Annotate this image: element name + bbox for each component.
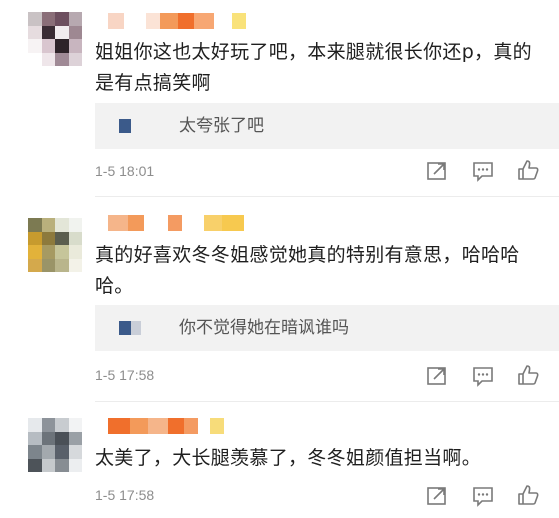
reply-text: 你不觉得她在暗讽谁吗 xyxy=(179,318,349,338)
share-icon[interactable] xyxy=(425,160,449,182)
share-icon[interactable] xyxy=(425,485,449,507)
reply-preview[interactable]: 太夸张了吧 xyxy=(95,103,559,149)
comment-time: 1-5 17:58 xyxy=(95,367,155,383)
avatar[interactable] xyxy=(28,218,82,272)
thumbs-up-icon[interactable] xyxy=(516,364,540,386)
avatar[interactable] xyxy=(28,418,82,472)
comment-time: 1-5 17:58 xyxy=(95,487,155,503)
divider xyxy=(95,401,559,402)
username[interactable] xyxy=(108,13,246,29)
reply-avatar xyxy=(119,321,147,335)
reply-preview[interactable]: 你不觉得她在暗讽谁吗 xyxy=(95,305,559,351)
comment-text: 真的好喜欢冬冬姐感觉她真的特别有意思，哈哈哈哈。 xyxy=(95,244,520,297)
divider xyxy=(95,196,559,197)
reply-text: 太夸张了吧 xyxy=(179,116,264,136)
share-icon[interactable] xyxy=(425,365,449,387)
avatar[interactable] xyxy=(28,12,82,66)
username[interactable] xyxy=(108,418,224,434)
username[interactable] xyxy=(108,215,244,231)
comment-text: 姐姐你这也太好玩了吧，本来腿就很长你还p，真的是有点搞笑啊 xyxy=(95,41,532,94)
comment-icon[interactable] xyxy=(471,160,495,182)
comment-time: 1-5 18:01 xyxy=(95,163,155,179)
comment-icon[interactable] xyxy=(471,365,495,387)
comment-text: 太美了，大长腿羡慕了，冬冬姐颜值担当啊。 xyxy=(95,447,482,469)
reply-avatar xyxy=(119,119,147,133)
thumbs-up-icon[interactable] xyxy=(516,159,540,181)
comment-icon[interactable] xyxy=(471,485,495,507)
thumbs-up-icon[interactable] xyxy=(516,484,540,506)
